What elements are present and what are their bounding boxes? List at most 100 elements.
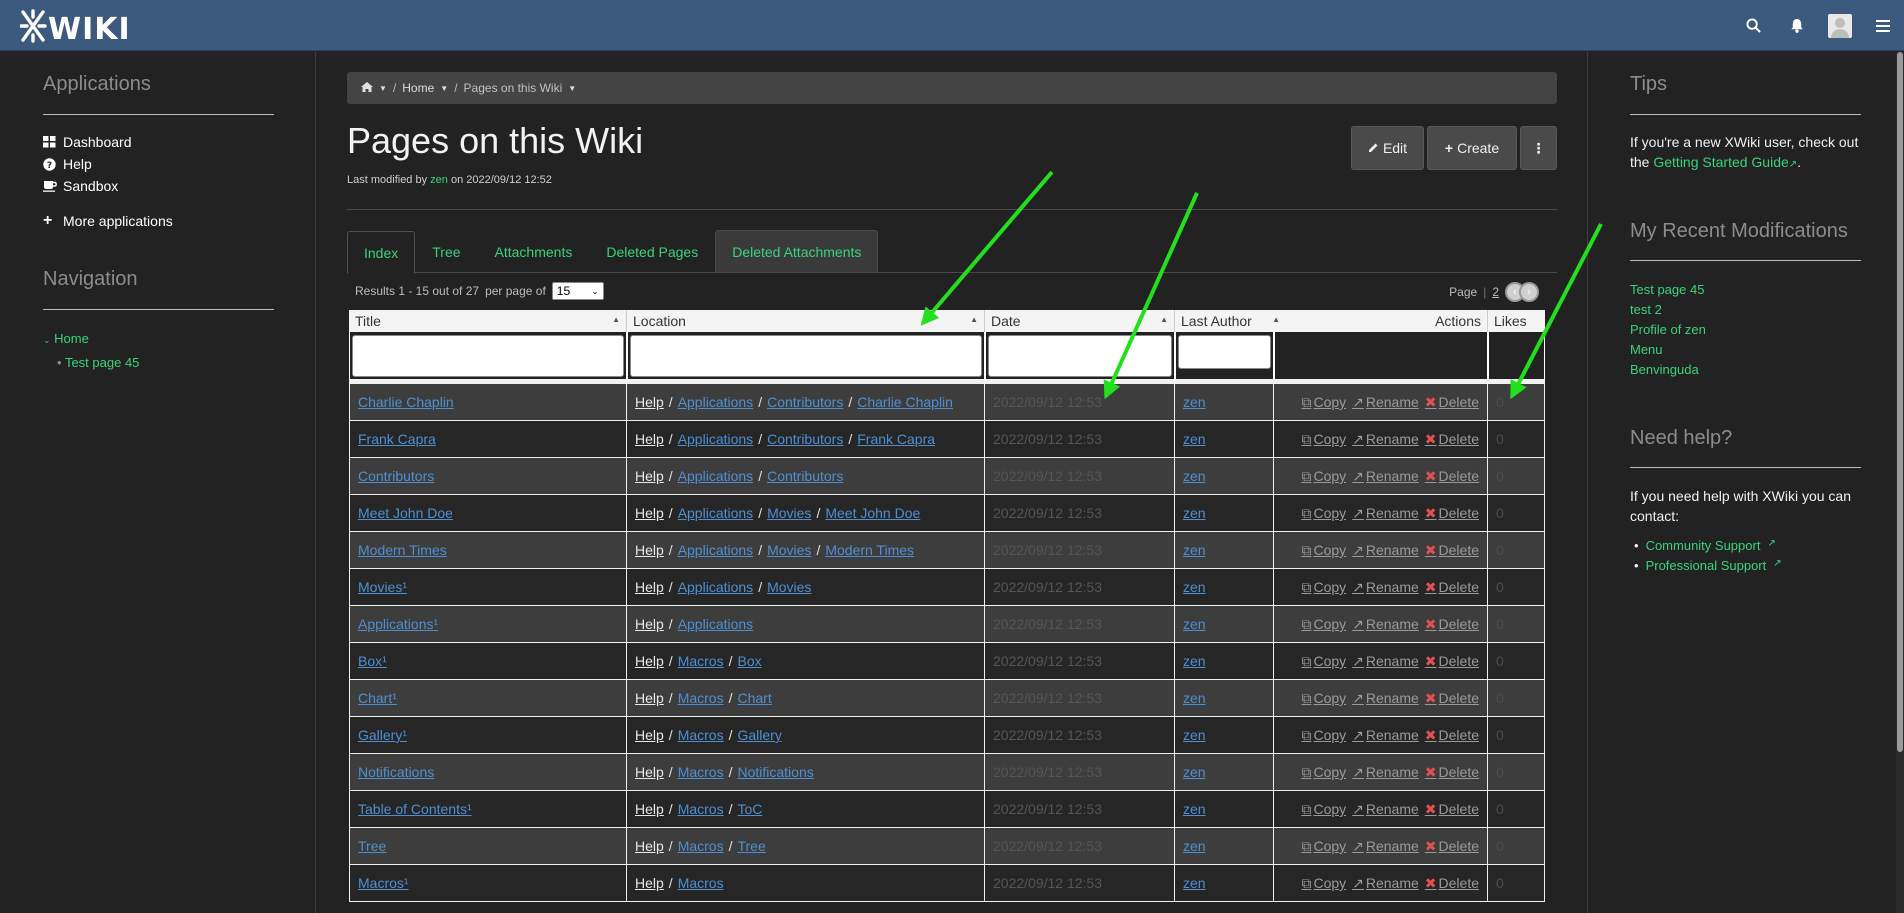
filter-date-input[interactable] (988, 335, 1172, 377)
location-link[interactable]: Help (635, 505, 664, 521)
nav-item-test-page-45[interactable]: • Test page 45 (57, 355, 139, 370)
sort-icon[interactable]: ▲ (612, 315, 620, 324)
author-link[interactable]: zen (1183, 579, 1206, 595)
page-title-link[interactable]: Gallery¹ (358, 727, 407, 743)
page-title-link[interactable]: Meet John Doe (358, 505, 453, 521)
location-link[interactable]: Applications (678, 394, 754, 410)
page-title-link[interactable]: Frank Capra (358, 431, 436, 447)
author-link[interactable]: zen (1183, 542, 1206, 558)
scrollbar-thumb[interactable] (1897, 52, 1903, 752)
app-dashboard[interactable]: Dashboard (43, 134, 132, 150)
rename-action[interactable]: ↗ Rename (1352, 764, 1419, 781)
delete-action[interactable]: ✖ Delete (1425, 690, 1479, 707)
avatar[interactable] (1818, 0, 1861, 51)
copy-action[interactable]: ⧉ Copy (1301, 616, 1346, 633)
author-link[interactable]: zen (1183, 801, 1206, 817)
location-link[interactable]: Help (635, 542, 664, 558)
menu-icon[interactable] (1861, 0, 1904, 51)
location-link[interactable]: Help (635, 838, 664, 854)
tab-deleted-attachments[interactable]: Deleted Attachments (715, 230, 879, 273)
next-page-icon[interactable]: › (1519, 282, 1539, 302)
page-title-link[interactable]: Notifications (358, 764, 434, 780)
page-title-link[interactable]: Chart¹ (358, 690, 397, 706)
delete-action[interactable]: ✖ Delete (1425, 579, 1479, 596)
delete-action[interactable]: ✖ Delete (1425, 838, 1479, 855)
filter-location-input[interactable] (630, 335, 982, 377)
recent-item[interactable]: Menu (1630, 342, 1663, 357)
search-icon[interactable] (1732, 0, 1775, 51)
delete-action[interactable]: ✖ Delete (1425, 468, 1479, 485)
caret-down-icon[interactable]: ▼ (568, 84, 576, 93)
location-link[interactable]: Gallery (737, 727, 781, 743)
tab-attachments[interactable]: Attachments (478, 230, 590, 273)
tab-tree[interactable]: Tree (415, 230, 477, 273)
location-link[interactable]: Help (635, 579, 664, 595)
copy-action[interactable]: ⧉ Copy (1301, 579, 1346, 596)
copy-action[interactable]: ⧉ Copy (1301, 838, 1346, 855)
author-link[interactable]: zen (1183, 764, 1206, 780)
app-sandbox[interactable]: Sandbox (43, 178, 118, 194)
delete-action[interactable]: ✖ Delete (1425, 616, 1479, 633)
location-link[interactable]: Movies (767, 579, 811, 595)
filter-author-input[interactable] (1178, 335, 1271, 369)
author-link[interactable]: zen (1183, 616, 1206, 632)
location-link[interactable]: Meet John Doe (825, 505, 920, 521)
rename-action[interactable]: ↗ Rename (1352, 801, 1419, 818)
delete-action[interactable]: ✖ Delete (1425, 801, 1479, 818)
more-applications-link[interactable]: + More applications (43, 212, 173, 230)
page-title-link[interactable]: Applications¹ (358, 616, 438, 632)
tab-index[interactable]: Index (347, 231, 416, 274)
nav-item-home[interactable]: ⌄ Home (43, 331, 89, 346)
location-link[interactable]: Notifications (737, 764, 813, 780)
page-2-link[interactable]: 2 (1492, 285, 1499, 299)
author-link[interactable]: zen (1183, 875, 1206, 891)
location-link[interactable]: Help (635, 801, 664, 817)
filter-title-input[interactable] (352, 335, 624, 377)
delete-action[interactable]: ✖ Delete (1425, 542, 1479, 559)
location-link[interactable]: Chart (737, 690, 771, 706)
copy-action[interactable]: ⧉ Copy (1301, 801, 1346, 818)
location-link[interactable]: Help (635, 764, 664, 780)
copy-action[interactable]: ⧉ Copy (1301, 875, 1346, 892)
header-date[interactable]: Date ▲ (985, 310, 1175, 332)
getting-started-link[interactable]: Getting Started Guide (1653, 154, 1788, 170)
delete-action[interactable]: ✖ Delete (1425, 431, 1479, 448)
delete-action[interactable]: ✖ Delete (1425, 653, 1479, 670)
location-link[interactable]: Help (635, 727, 664, 743)
recent-item[interactable]: Test page 45 (1630, 282, 1704, 297)
copy-action[interactable]: ⧉ Copy (1301, 505, 1346, 522)
page-title-link[interactable]: Macros¹ (358, 875, 409, 891)
rename-action[interactable]: ↗ Rename (1352, 690, 1419, 707)
sort-icon[interactable]: ▲ (970, 315, 978, 324)
community-support-link[interactable]: Community Support (1646, 538, 1761, 553)
create-button[interactable]: + Create (1427, 126, 1517, 170)
bell-icon[interactable] (1775, 0, 1818, 51)
location-link[interactable]: Applications (678, 431, 754, 447)
location-link[interactable]: Contributors (767, 394, 843, 410)
modified-user-link[interactable]: zen (430, 174, 448, 186)
author-link[interactable]: zen (1183, 838, 1206, 854)
location-link[interactable]: Applications (678, 542, 754, 558)
rename-action[interactable]: ↗ Rename (1352, 579, 1419, 596)
delete-action[interactable]: ✖ Delete (1425, 727, 1479, 744)
location-link[interactable]: Macros (678, 801, 724, 817)
rename-action[interactable]: ↗ Rename (1352, 394, 1419, 411)
delete-action[interactable]: ✖ Delete (1425, 875, 1479, 892)
copy-action[interactable]: ⧉ Copy (1301, 764, 1346, 781)
location-link[interactable]: Macros (678, 690, 724, 706)
header-title[interactable]: Title ▲ (349, 310, 627, 332)
sort-icon[interactable]: ▲ (1160, 315, 1168, 324)
location-link[interactable]: ToC (737, 801, 762, 817)
rename-action[interactable]: ↗ Rename (1352, 653, 1419, 670)
rename-action[interactable]: ↗ Rename (1352, 505, 1419, 522)
location-link[interactable]: Macros (678, 838, 724, 854)
app-help[interactable]: ? Help (43, 156, 92, 172)
location-link[interactable]: Frank Capra (857, 431, 935, 447)
copy-action[interactable]: ⧉ Copy (1301, 394, 1346, 411)
page-title-link[interactable]: Contributors (358, 468, 434, 484)
location-link[interactable]: Modern Times (825, 542, 914, 558)
location-link[interactable]: Help (635, 653, 664, 669)
copy-action[interactable]: ⧉ Copy (1301, 690, 1346, 707)
page-title-link[interactable]: Movies¹ (358, 579, 407, 595)
location-link[interactable]: Contributors (767, 468, 843, 484)
